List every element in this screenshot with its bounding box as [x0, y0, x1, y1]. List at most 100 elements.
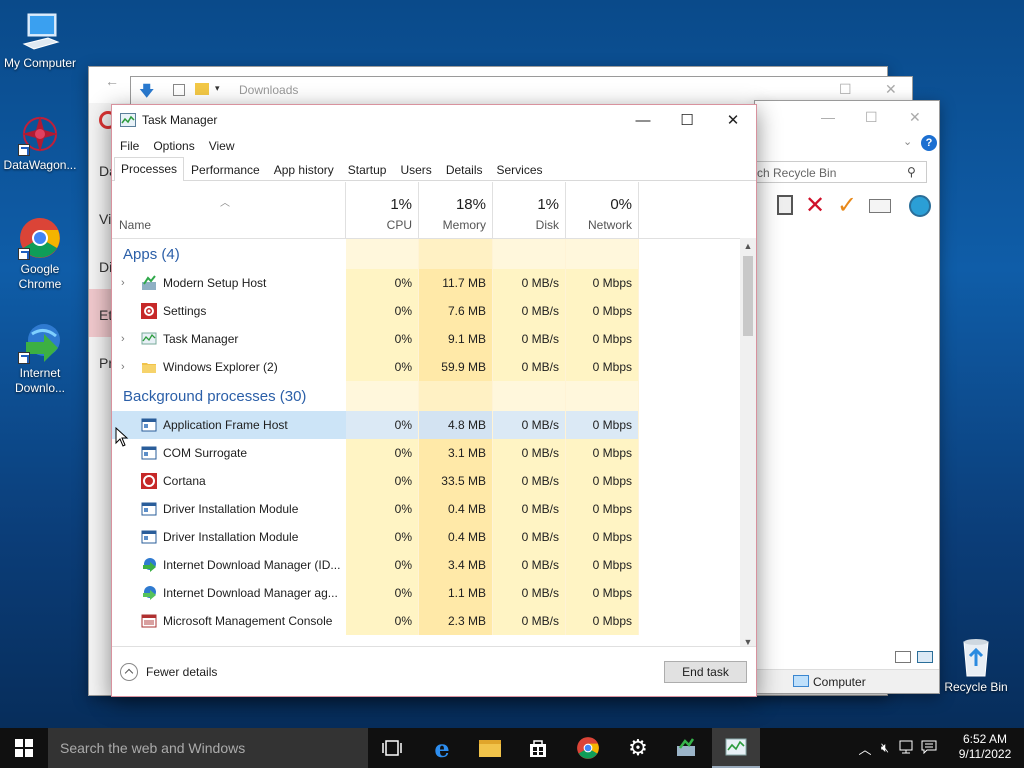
sidebar-letter: Vi — [99, 211, 112, 227]
expand-chevron-icon[interactable]: › — [121, 353, 125, 381]
help-icon[interactable]: ? — [921, 135, 937, 151]
column-header-name[interactable]: ︿ Name — [112, 182, 346, 238]
tab-app-history[interactable]: App history — [267, 158, 341, 180]
network-icon[interactable] — [896, 740, 918, 757]
column-header-network[interactable]: 0% Network — [566, 182, 639, 238]
process-row[interactable]: › Windows Explorer (2) 0% 59.9 MB 0 MB/s 0 Mb… — [112, 353, 740, 381]
address-text: Downloads — [239, 83, 299, 97]
process-row[interactable]: Settings 0% 7.6 MB 0 MB/s 0 Mbps — [112, 297, 740, 325]
taskbar-settings[interactable]: ⚙ — [614, 728, 662, 768]
tab-startup[interactable]: Startup — [341, 158, 394, 180]
maximize-icon[interactable]: ☐ — [839, 81, 852, 98]
close-button[interactable]: ✕ — [710, 105, 756, 135]
menu-file[interactable]: File — [120, 139, 139, 153]
status-item-computer[interactable]: Computer — [813, 675, 866, 689]
vertical-scrollbar[interactable]: ▲ ▼ — [740, 238, 756, 650]
chevron-down-icon[interactable]: ⌄ — [903, 135, 912, 148]
desktop-icon-google-chrome[interactable]: Google Chrome — [0, 216, 80, 292]
status-bar: Computer — [755, 669, 939, 693]
process-row[interactable]: Application Frame Host 0% 4.8 MB 0 MB/s 0 Mb… — [112, 411, 740, 439]
idm-agent-icon — [141, 585, 157, 601]
process-cpu: 0% — [346, 439, 419, 467]
tab-details[interactable]: Details — [439, 158, 490, 180]
process-memory: 0.4 MB — [419, 523, 493, 551]
task-manager-titlebar[interactable]: Task Manager — ☐ ✕ — [112, 105, 756, 135]
chevron-up-icon[interactable]: ︿ — [856, 739, 874, 758]
desktop-icon-label: Recycle Bin — [944, 680, 1008, 694]
process-name: Application Frame Host — [163, 418, 288, 432]
close-icon[interactable]: ✕ — [909, 109, 921, 126]
taskbar-clock[interactable]: 6:52 AM 9/11/2022 — [950, 732, 1020, 762]
action-center-icon[interactable] — [918, 740, 940, 757]
process-row[interactable]: › Task Manager 0% 9.1 MB 0 MB/s 0 Mbps — [112, 325, 740, 353]
minimize-button[interactable]: — — [620, 105, 666, 135]
window-title: Task Manager — [142, 113, 218, 127]
fewer-details-button[interactable]: Fewer details — [120, 663, 217, 681]
globe-icon[interactable] — [909, 195, 931, 217]
cpu-total: 1% — [390, 196, 412, 213]
details-view-icon[interactable] — [895, 651, 911, 663]
task-manager-app-icon — [120, 113, 136, 127]
process-name: Driver Installation Module — [163, 502, 299, 516]
properties-icon[interactable] — [869, 199, 891, 213]
process-cpu: 0% — [346, 467, 419, 495]
tab-services[interactable]: Services — [490, 158, 550, 180]
minimize-icon[interactable]: — — [821, 109, 835, 125]
paste-icon[interactable] — [777, 195, 793, 215]
search-recycle-bin-field[interactable]: ch Recycle Bin ⚲ — [755, 161, 927, 183]
close-icon[interactable]: ✕ — [885, 81, 897, 98]
scroll-thumb[interactable] — [743, 256, 753, 336]
tiles-view-icon[interactable] — [917, 651, 933, 663]
column-header-cpu[interactable]: 1% CPU — [346, 182, 419, 238]
recycle-bin-window[interactable]: — ☐ ✕ ⌄ ? ch Recycle Bin ⚲ ✕ ✓ Computer — [754, 100, 940, 694]
volume-muted-icon[interactable]: 🔇︎ — [874, 740, 896, 756]
task-view-button[interactable] — [368, 728, 416, 768]
desktop-icon-datawagon[interactable]: DataWagon... — [0, 112, 80, 173]
process-row[interactable]: Microsoft Management Console 0% 2.3 MB 0 MB… — [112, 607, 740, 635]
taskbar-file-explorer[interactable] — [466, 728, 514, 768]
shortcut-arrow-icon — [18, 144, 30, 156]
taskbar-search-box[interactable]: Search the web and Windows — [48, 728, 368, 768]
process-row[interactable]: Cortana 0% 33.5 MB 0 MB/s 0 Mbps — [112, 467, 740, 495]
start-button[interactable] — [0, 728, 48, 768]
chrome-icon — [577, 737, 599, 759]
process-memory: 33.5 MB — [419, 467, 493, 495]
maximize-icon[interactable]: ☐ — [865, 109, 878, 126]
maximize-button[interactable]: ☐ — [664, 105, 710, 135]
end-task-button[interactable]: End task — [664, 661, 747, 683]
desktop-icon-my-computer[interactable]: My Computer — [0, 10, 80, 71]
expand-chevron-icon[interactable]: › — [121, 325, 125, 353]
system-tray: ︿ 🔇︎ — [856, 728, 940, 768]
dropdown-icon[interactable]: ▾ — [215, 83, 220, 94]
process-row[interactable]: Internet Download Manager (ID... 0% 3.4 MB… — [112, 551, 740, 579]
menu-view[interactable]: View — [209, 139, 235, 153]
process-row[interactable]: Driver Installation Module 0% 0.4 MB 0 MB/s… — [112, 495, 740, 523]
expand-chevron-icon[interactable]: › — [121, 269, 125, 297]
back-arrow-icon[interactable]: ← — [105, 73, 119, 89]
taskmgr-icon — [725, 738, 747, 756]
process-row[interactable]: Internet Download Manager ag... 0% 1.1 MB 0… — [112, 579, 740, 607]
delete-x-icon[interactable]: ✕ — [805, 191, 825, 220]
tab-performance[interactable]: Performance — [184, 158, 267, 180]
tab-processes[interactable]: Processes — [114, 157, 185, 181]
desktop-icon-recycle-bin[interactable]: Recycle Bin — [936, 634, 1016, 695]
taskbar-chrome[interactable] — [564, 728, 612, 768]
column-header-memory[interactable]: 18% Memory — [419, 182, 493, 238]
column-header-disk[interactable]: 1% Disk — [493, 182, 566, 238]
menu-options[interactable]: Options — [153, 139, 194, 153]
tab-users[interactable]: Users — [393, 158, 438, 180]
checkmark-icon[interactable]: ✓ — [837, 191, 857, 220]
taskbar-store[interactable] — [514, 728, 562, 768]
process-disk: 0 MB/s — [493, 269, 566, 297]
shortcut-arrow-icon — [18, 248, 30, 260]
taskbar-task-manager[interactable] — [712, 728, 760, 768]
process-row[interactable]: COM Surrogate 0% 3.1 MB 0 MB/s 0 Mbps — [112, 439, 740, 467]
taskbar-edge[interactable]: e — [418, 728, 466, 768]
taskbar-setup-host[interactable] — [662, 728, 710, 768]
process-row[interactable]: Driver Installation Module 0% 0.4 MB 0 MB/s… — [112, 523, 740, 551]
process-name: Driver Installation Module — [163, 530, 299, 544]
process-row[interactable]: › Modern Setup Host 0% 11.7 MB 0 MB/s 0 Mbps — [112, 269, 740, 297]
scroll-up-icon[interactable]: ▲ — [740, 238, 756, 254]
task-manager-window[interactable]: Task Manager — ☐ ✕ File Options View Pro… — [111, 104, 757, 697]
desktop-icon-internet-download-manager[interactable]: Internet Downlo... — [0, 320, 80, 396]
